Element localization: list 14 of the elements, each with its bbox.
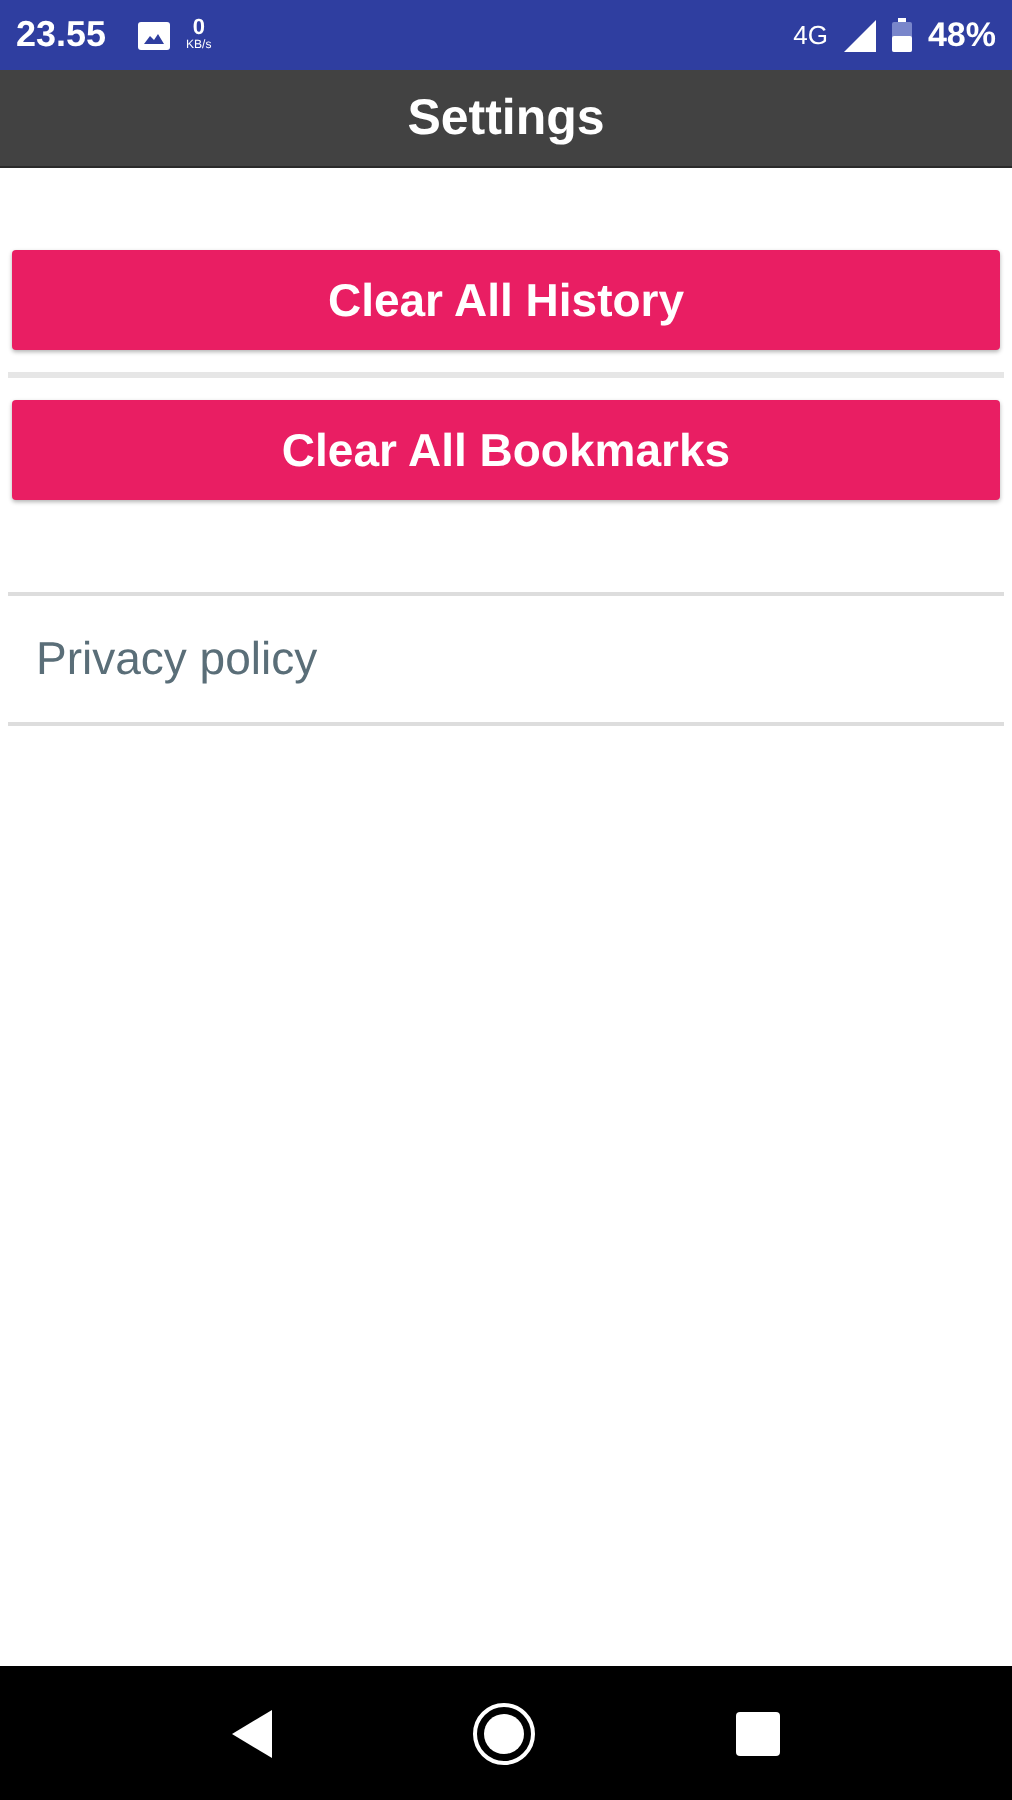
clear-button[interactable]: Clear All History	[12, 250, 1000, 350]
speed-value: 0	[192, 18, 205, 40]
signal-icon	[843, 19, 876, 51]
recents-icon[interactable]	[736, 1711, 780, 1755]
image-icon	[138, 21, 171, 49]
privacy-link[interactable]: Privacy policy	[36, 632, 318, 686]
clear-button[interactable]: Clear All Bookmarks	[12, 400, 1000, 500]
network-type: 4G	[793, 20, 828, 50]
battery-icon	[891, 18, 912, 52]
battery-percent: 48%	[927, 15, 996, 55]
status-time: 23.55	[16, 14, 107, 56]
screen-title: Settings	[407, 89, 605, 147]
home-icon[interactable]	[472, 1701, 536, 1765]
back-icon[interactable]	[232, 1709, 272, 1757]
